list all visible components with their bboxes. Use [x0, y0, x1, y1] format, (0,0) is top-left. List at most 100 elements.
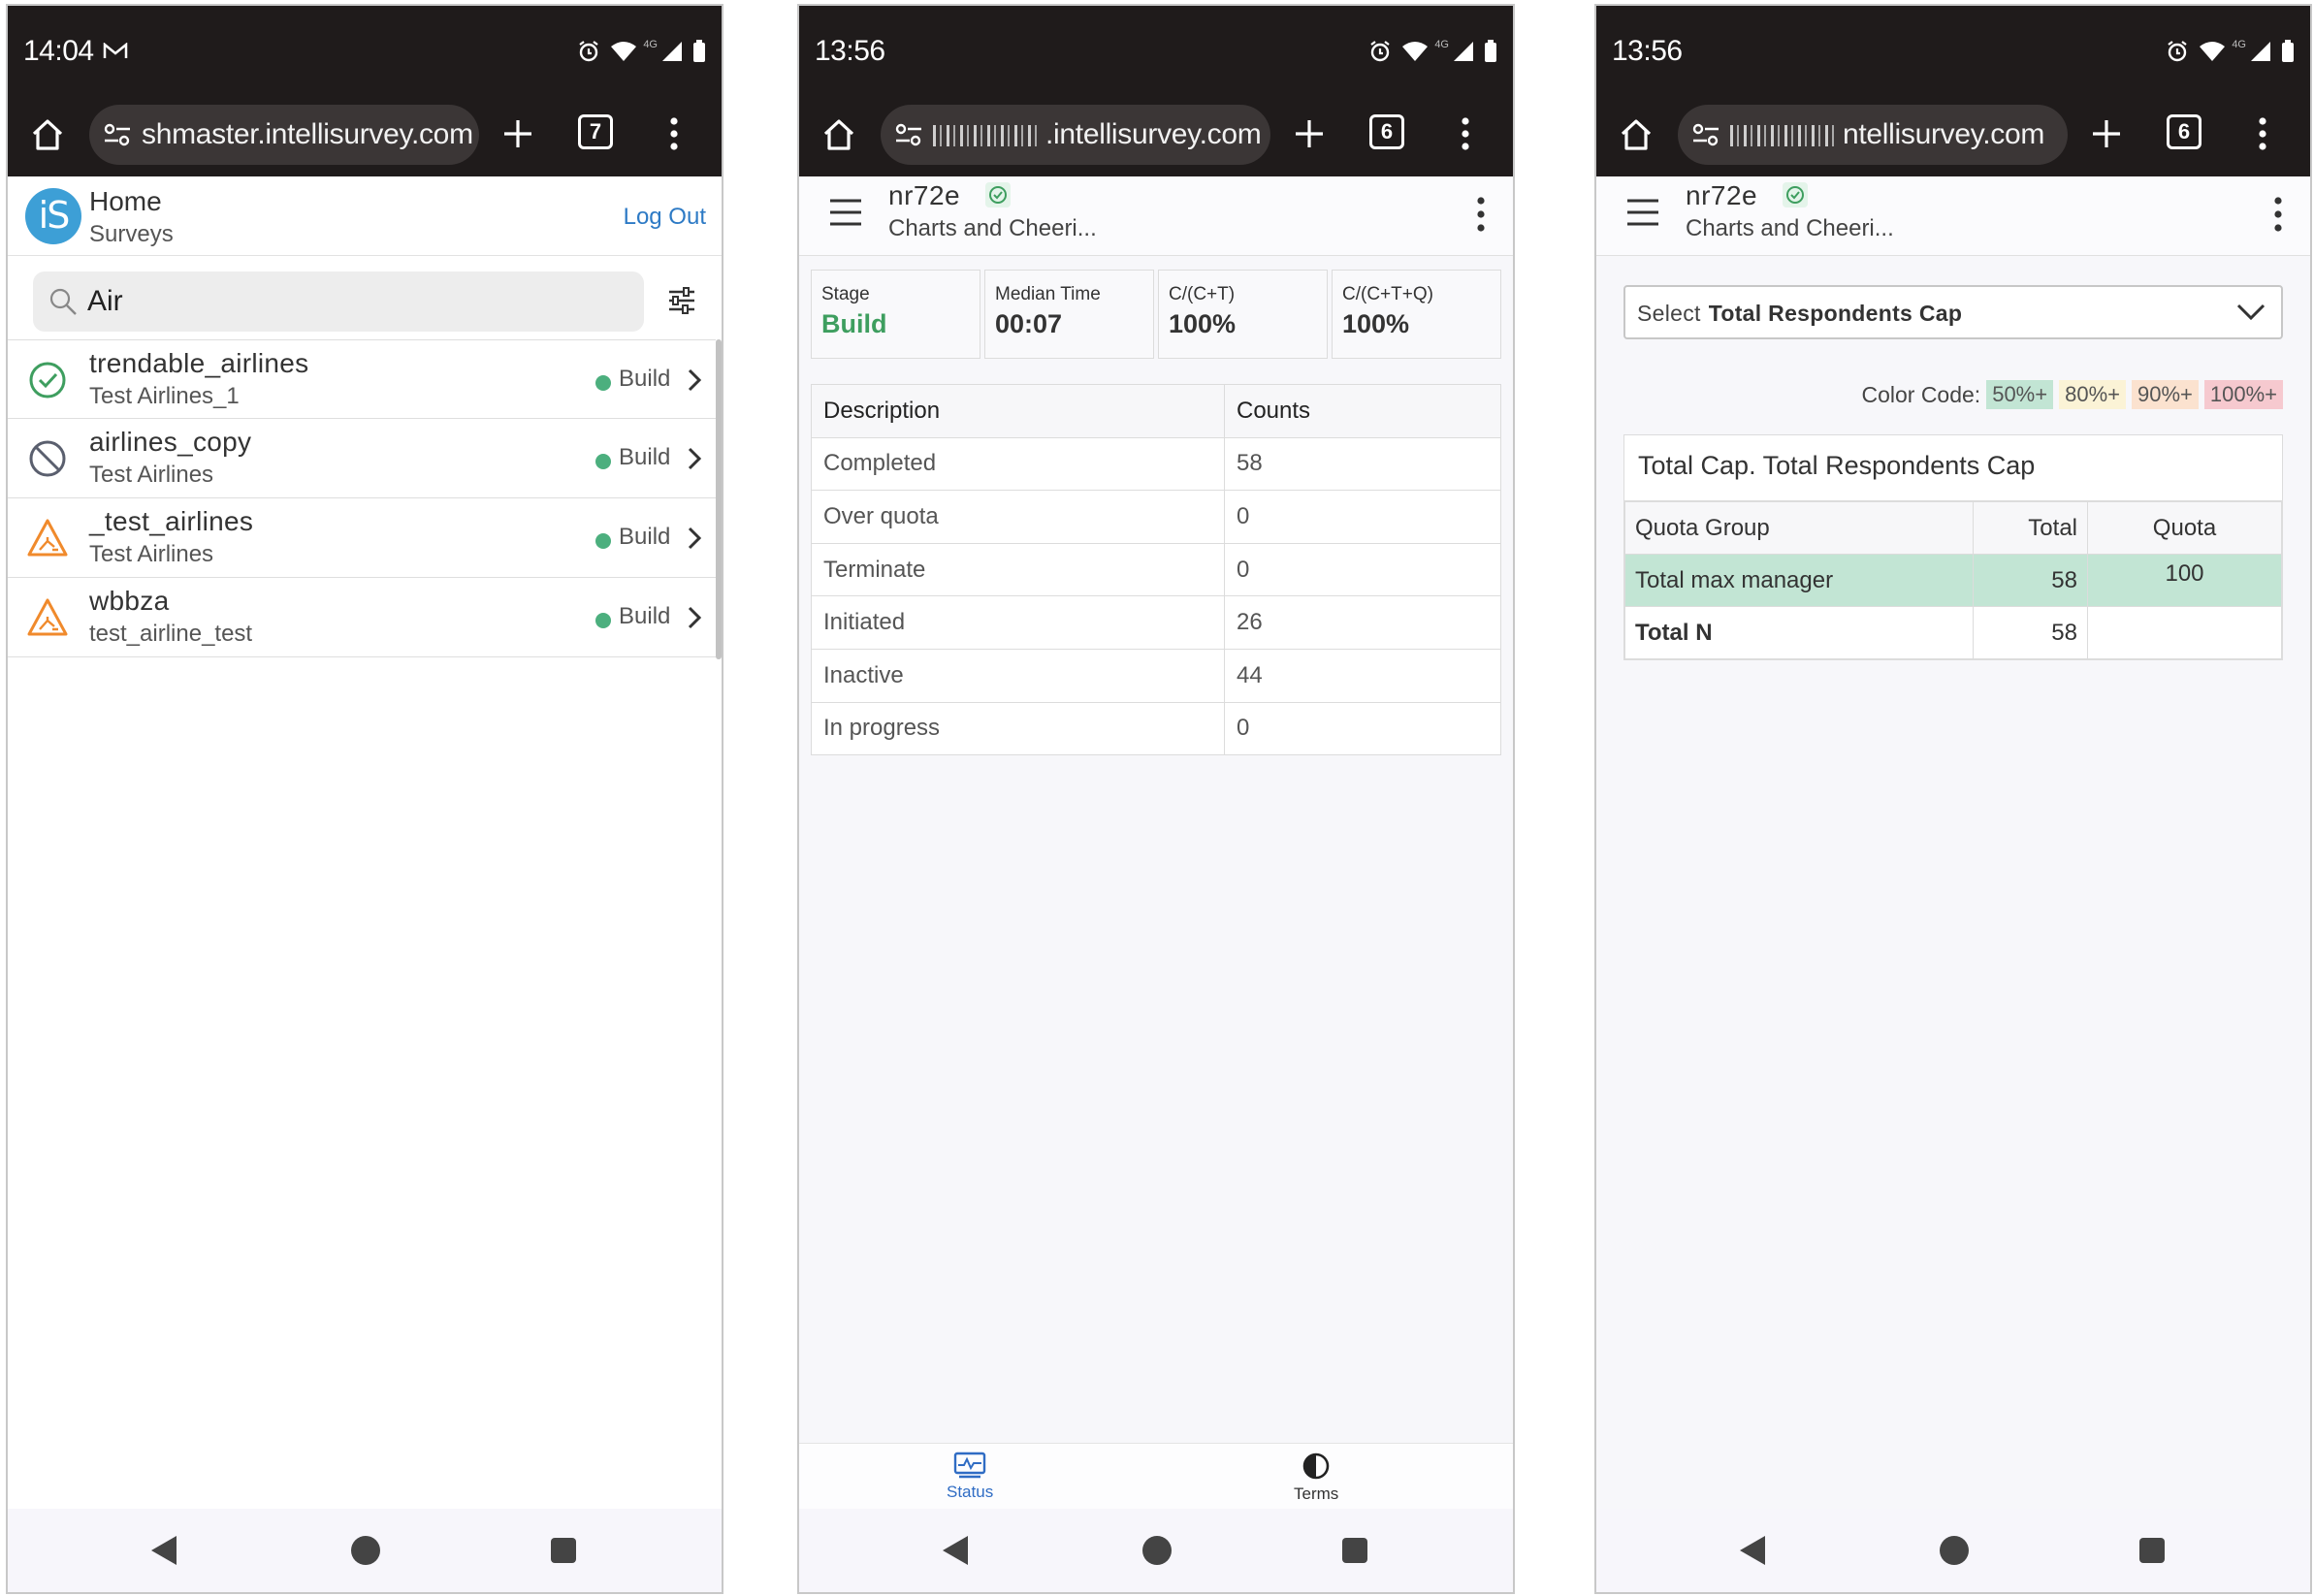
- list-item[interactable]: airlines_copy Test Airlines Build: [8, 419, 716, 498]
- filter-icon[interactable]: [667, 287, 696, 314]
- stat-ct-ratio: C/(C+T) 100%: [1158, 270, 1328, 359]
- site-settings-icon[interactable]: [894, 122, 923, 147]
- site-settings-icon[interactable]: [1691, 122, 1720, 147]
- home-button[interactable]: [351, 1536, 380, 1565]
- wifi-icon: [2200, 42, 2226, 61]
- stage-dot: [595, 533, 611, 549]
- site-settings-icon[interactable]: [103, 122, 132, 147]
- survey-subtitle: test_airline_test: [89, 621, 253, 647]
- new-tab-icon[interactable]: [2089, 116, 2124, 151]
- battery-icon: [1485, 40, 1496, 62]
- tab-count-button[interactable]: 6: [1369, 114, 1404, 149]
- more-options-icon[interactable]: [1476, 196, 1486, 233]
- scrollbar[interactable]: [716, 339, 722, 659]
- android-nav-bar: [8, 1509, 722, 1592]
- table-row: Completed 58: [811, 436, 1501, 492]
- quota-table: Quota Group Total Quota Total max manage…: [1624, 501, 2282, 659]
- back-icon[interactable]: [149, 1534, 178, 1567]
- check-circle-icon: [29, 362, 66, 399]
- browser-home-icon[interactable]: [1618, 116, 1655, 153]
- battery-icon: [693, 40, 705, 62]
- list-item[interactable]: wbbza test_airline_test Build: [8, 578, 716, 657]
- stat-label: C/(C+T): [1169, 284, 1236, 304]
- stat-label: C/(C+T+Q): [1342, 284, 1433, 304]
- recents-button[interactable]: [2139, 1538, 2165, 1563]
- new-tab-icon[interactable]: [1292, 116, 1327, 151]
- survey-subtitle: Test Airlines_1: [89, 383, 240, 409]
- browser-menu-icon[interactable]: [2258, 116, 2267, 151]
- tab-label: Terms: [1294, 1484, 1339, 1503]
- survey-name: _test_airlines: [89, 506, 254, 536]
- alarm-icon: [2168, 41, 2187, 62]
- list-item[interactable]: _test_airlines Test Airlines Build: [8, 498, 716, 578]
- survey-subtitle: Test Airlines: [89, 541, 214, 567]
- status-bar: 13:56 4G: [1596, 6, 2310, 99]
- url-text: shmaster.intellisurvey.com: [142, 118, 473, 150]
- tab-count-button[interactable]: 7: [578, 114, 613, 149]
- column-header: Quota Group: [1624, 501, 1974, 555]
- home-header: iS Home Surveys Log Out: [8, 176, 722, 256]
- new-tab-icon[interactable]: [500, 116, 535, 151]
- row-label: Completed: [811, 436, 1225, 492]
- hamburger-menu-icon[interactable]: [828, 198, 863, 227]
- construction-warning-icon: [27, 519, 68, 557]
- search-input[interactable]: Air: [33, 271, 644, 332]
- browser-home-icon[interactable]: [820, 116, 857, 153]
- column-header: Total: [1973, 501, 2088, 555]
- select-value: Total Respondents Cap: [1708, 301, 1963, 326]
- recents-button[interactable]: [1342, 1538, 1367, 1563]
- url-text: ntellisurvey.com: [1730, 118, 2044, 151]
- survey-subtitle: Test Airlines: [89, 462, 214, 488]
- chevron-down-icon: [2236, 303, 2266, 321]
- status-time: 13:56: [1612, 35, 1683, 67]
- browser-menu-icon[interactable]: [669, 116, 679, 151]
- url-row: shmaster.intellisurvey.com 7: [8, 99, 722, 171]
- logout-link[interactable]: Log Out: [624, 204, 706, 231]
- tab-terms[interactable]: Terms: [1294, 1452, 1338, 1504]
- address-bar[interactable]: ntellisurvey.com: [1678, 105, 2068, 165]
- row-count: 0: [1224, 542, 1501, 597]
- survey-list: trendable_airlines Test Airlines_1 Build…: [8, 339, 716, 657]
- home-button[interactable]: [1142, 1536, 1172, 1565]
- wifi-icon: [1402, 42, 1429, 61]
- table-row: Total max manager 58 100: [1624, 554, 2282, 607]
- recents-button[interactable]: [551, 1538, 576, 1563]
- page-title: Home: [89, 186, 162, 216]
- address-bar[interactable]: shmaster.intellisurvey.com: [89, 105, 479, 165]
- back-icon[interactable]: [1738, 1534, 1767, 1567]
- chevron-right-icon: [688, 606, 702, 629]
- counts-table: Description Counts Completed 58 Over quot…: [811, 384, 1501, 756]
- quota-value: 100: [2087, 554, 2282, 607]
- intellisurvey-logo: iS: [25, 188, 81, 244]
- color-chip-80: 80%+: [2059, 380, 2126, 409]
- stat-label: Median Time: [995, 284, 1101, 304]
- column-header: Quota: [2087, 501, 2282, 555]
- color-chip-50: 50%+: [1986, 380, 2054, 409]
- row-count: 58: [1224, 436, 1501, 492]
- color-chip-90: 90%+: [2131, 380, 2199, 409]
- alarm-icon: [579, 41, 598, 62]
- browser-chrome: 14:04 4G shmaster.intellisurvey.com 7: [8, 6, 722, 176]
- more-options-icon[interactable]: [2273, 196, 2283, 233]
- list-item[interactable]: trendable_airlines Test Airlines_1 Build: [8, 339, 716, 419]
- select-prefix: Select: [1637, 301, 1701, 326]
- home-button[interactable]: [1940, 1536, 1969, 1565]
- status-chart-icon: [953, 1452, 986, 1479]
- back-icon[interactable]: [941, 1534, 970, 1567]
- address-bar[interactable]: .intellisurvey.com: [881, 105, 1270, 165]
- browser-home-icon[interactable]: [29, 116, 66, 153]
- browser-menu-icon[interactable]: [1461, 116, 1470, 151]
- phone-screen-quotas: 13:56 4G ntellisurvey.com 6 nr72e Charts…: [1594, 4, 2312, 1594]
- quota-select[interactable]: Select Total Respondents Cap: [1623, 285, 2283, 339]
- survey-code: nr72e: [1686, 180, 1758, 210]
- construction-warning-icon: [27, 598, 68, 636]
- survey-stage: Build: [619, 603, 671, 629]
- hamburger-menu-icon[interactable]: [1625, 198, 1660, 227]
- tab-count-button[interactable]: 6: [2167, 114, 2202, 149]
- status-icons: 4G: [2166, 39, 2295, 64]
- row-count: 0: [1224, 490, 1501, 544]
- row-label: Terminate: [811, 542, 1225, 597]
- survey-name: trendable_airlines: [89, 348, 309, 378]
- tab-status[interactable]: Status: [947, 1452, 993, 1502]
- table-header-row: Description Counts: [811, 384, 1501, 438]
